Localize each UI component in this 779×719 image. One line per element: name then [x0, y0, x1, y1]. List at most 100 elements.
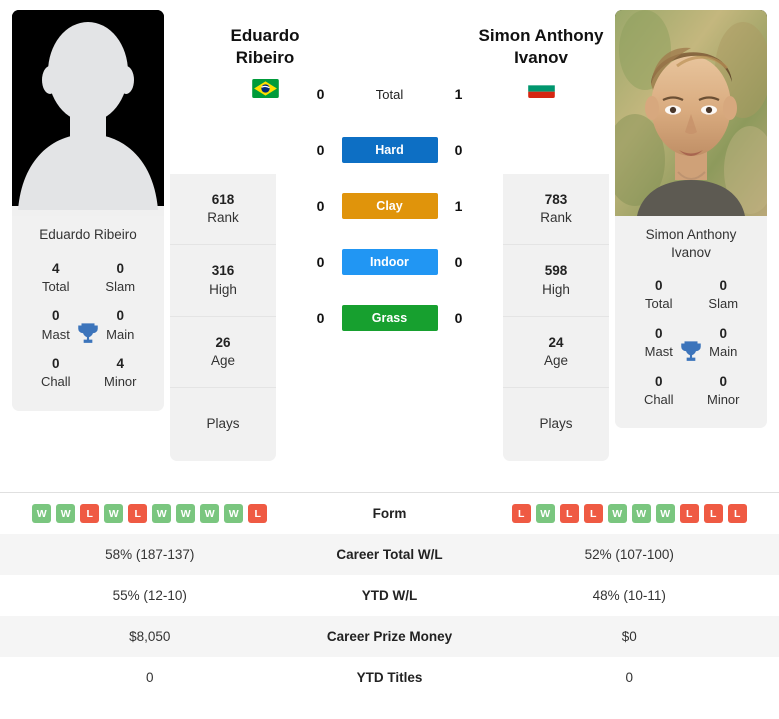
- h2h-surface-label-grass[interactable]: Grass: [341, 305, 438, 331]
- plays-box-left: Plays: [170, 388, 276, 461]
- titles-row: 0 Chall 0 Minor: [621, 367, 761, 415]
- h2h-surface-label-hard[interactable]: Hard: [341, 137, 438, 163]
- table-row: $8,050 Career Prize Money $0: [0, 616, 779, 657]
- player-avatar-right: [615, 10, 767, 216]
- row-label: YTD W/L: [361, 588, 418, 603]
- h2h-right-score: 1: [454, 198, 463, 214]
- player-stats-column-left: Eduardo Ribeiro 618 Rank 316 High 26 Age: [170, 10, 299, 461]
- form-badge-w: W: [152, 504, 172, 523]
- player-name-caption-right: Simon Anthony Ivanov: [645, 227, 737, 260]
- h2h-row-hard: 0 Hard 0: [282, 122, 497, 178]
- h2h-row-grass: 0 Grass 0: [282, 290, 497, 346]
- player-avatar-left: [12, 10, 164, 216]
- trophy-icon: [681, 341, 701, 361]
- titles-minor-left: 4 Minor: [103, 356, 137, 390]
- form-badge-l: L: [511, 504, 531, 523]
- trophy-icon: [78, 323, 98, 344]
- form-badge-w: W: [56, 504, 76, 523]
- form-badge-w: W: [631, 504, 651, 523]
- titles-row: 4 Total 0 Slam: [18, 254, 158, 302]
- age-box-left: 26 Age: [170, 316, 276, 389]
- h2h-left-score: 0: [316, 142, 325, 158]
- form-badge-w: W: [200, 504, 220, 523]
- titles-chall-left: 0 Chall: [40, 356, 71, 390]
- form-badges-right: LWLLWWWLLL: [480, 504, 779, 523]
- h2h-surface-label-total: Total: [375, 86, 404, 102]
- h2h-surface-label-clay[interactable]: Clay: [341, 193, 438, 219]
- cell-right: 48% (10-11): [592, 588, 666, 603]
- rank-box-left: 618 Rank: [170, 174, 276, 246]
- form-sequence-right: LWLLWWWLLL: [480, 504, 779, 523]
- h2h-row-indoor: 0 Indoor 0: [282, 234, 497, 290]
- form-badge-w: W: [104, 504, 124, 523]
- h2h-left-score: 0: [316, 198, 325, 214]
- h2h-right-score: 0: [454, 310, 463, 326]
- form-sequence-left: WWLWLWWWWL: [0, 504, 300, 523]
- titles-row: 0 Total 0 Slam: [621, 271, 761, 319]
- high-rank-box-right: 598 High: [503, 245, 609, 317]
- titles-row: 0 Chall 4 Minor: [18, 349, 158, 397]
- plays-box-right: Plays: [503, 388, 609, 461]
- cell-left: 0: [145, 670, 154, 685]
- titles-slam-right: 0 Slam: [708, 278, 739, 312]
- titles-minor-right: 0 Minor: [706, 373, 740, 407]
- player-stats-column-right: Simon Anthony Ivanov 783 Rank 598 High 2…: [479, 10, 609, 461]
- row-label: Career Total W/L: [336, 547, 443, 562]
- form-badge-l: L: [80, 504, 100, 523]
- form-badge-l: L: [583, 504, 603, 523]
- titles-slam-left: 0 Slam: [105, 260, 136, 294]
- h2h-left-score: 0: [316, 310, 325, 326]
- form-badges-left: WWLWLWWWWL: [0, 504, 300, 523]
- form-badge-w: W: [535, 504, 555, 523]
- cell-left: 58% (187-137): [105, 547, 195, 562]
- h2h-right-score: 0: [454, 142, 463, 158]
- form-badge-w: W: [607, 504, 627, 523]
- comparison-header: Eduardo Ribeiro 4 Total 0 Slam 0 Mast 0 …: [0, 0, 779, 492]
- comparison-table: WWLWLWWWWL Form LWLLWWWLLL 58% (187-137)…: [0, 492, 779, 698]
- form-badge-w: W: [655, 504, 675, 523]
- h2h-surface-label-indoor[interactable]: Indoor: [341, 249, 438, 275]
- cell-right: $0: [621, 629, 637, 644]
- high-rank-box-left: 316 High: [170, 245, 276, 317]
- form-badge-l: L: [128, 504, 148, 523]
- h2h-row-clay: 0 Clay 1: [282, 178, 497, 234]
- table-row: 0 YTD Titles 0: [0, 657, 779, 698]
- form-badge-l: L: [679, 504, 699, 523]
- titles-grid-left: 4 Total 0 Slam 0 Mast 0 Main 0 Chall 4 M…: [12, 252, 164, 411]
- h2h-left-score: 0: [316, 86, 325, 102]
- player-photo-image: [615, 10, 767, 216]
- titles-grid-right: 0 Total 0 Slam 0 Mast 0 Main 0 Chall 0 M…: [615, 269, 767, 428]
- h2h-left-score: 0: [316, 254, 325, 270]
- row-label-form: Form: [372, 506, 407, 521]
- form-badge-l: L: [248, 504, 268, 523]
- cell-right: 52% (107-100): [584, 547, 674, 562]
- player-name-header-right: Simon Anthony Ivanov: [466, 25, 616, 98]
- titles-total-right: 0 Total: [645, 278, 673, 312]
- default-silhouette-avatar-icon: [12, 10, 164, 216]
- form-badge-w: W: [176, 504, 196, 523]
- table-row-form: WWLWLWWWWL Form LWLLWWWLLL: [0, 493, 779, 534]
- head-to-head-surfaces: 0 Total 1 0 Hard 0 0 Clay 1 0 Indoor 0 0: [282, 10, 497, 346]
- bulgaria-flag-icon: [527, 78, 555, 98]
- row-label: Career Prize Money: [326, 629, 453, 644]
- form-badge-l: L: [703, 504, 723, 523]
- table-row: 58% (187-137) Career Total W/L 52% (107-…: [0, 534, 779, 575]
- player-card-right[interactable]: Simon Anthony Ivanov 0 Total 0 Slam 0 Ma…: [615, 10, 767, 429]
- titles-chall-right: 0 Chall: [643, 373, 674, 407]
- player-comparison-page: Eduardo Ribeiro 4 Total 0 Slam 0 Mast 0 …: [0, 0, 779, 719]
- player-name-caption-left: Eduardo Ribeiro: [39, 227, 137, 242]
- cell-left: 55% (12-10): [112, 588, 187, 603]
- row-label: YTD Titles: [356, 670, 423, 685]
- h2h-right-score: 0: [454, 254, 463, 270]
- form-badge-w: W: [32, 504, 52, 523]
- age-box-right: 24 Age: [503, 316, 609, 389]
- cell-right: 0: [625, 670, 633, 685]
- player-card-left[interactable]: Eduardo Ribeiro 4 Total 0 Slam 0 Mast 0 …: [12, 10, 164, 411]
- form-badge-l: L: [727, 504, 747, 523]
- form-badge-l: L: [559, 504, 579, 523]
- form-badge-w: W: [224, 504, 244, 523]
- table-row: 55% (12-10) YTD W/L 48% (10-11): [0, 575, 779, 616]
- brazil-flag-icon: [251, 78, 279, 98]
- h2h-row-total: 0 Total 1: [282, 66, 497, 122]
- cell-left: $8,050: [129, 629, 171, 644]
